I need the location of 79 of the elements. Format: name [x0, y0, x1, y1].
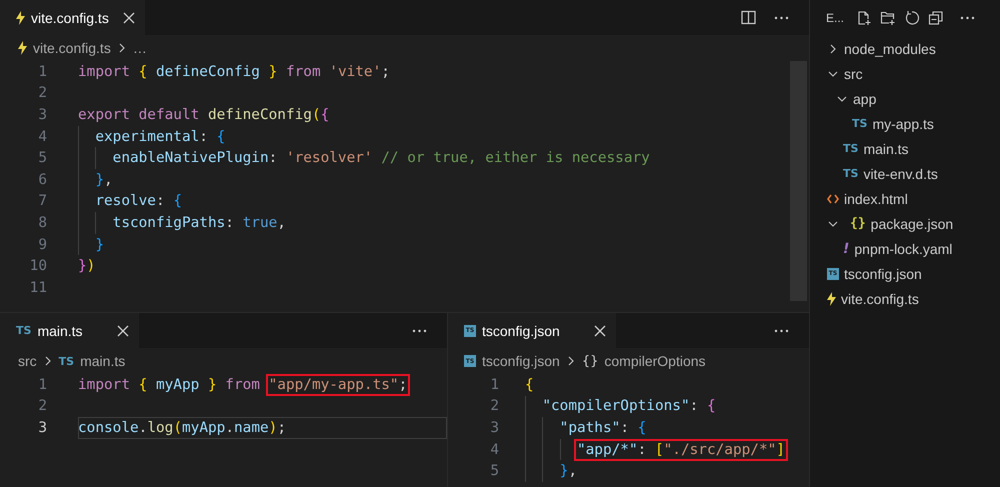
code-line: console.log(myApp.name);: [78, 417, 447, 439]
more-icon[interactable]: [774, 16, 789, 20]
lightning-icon: [18, 41, 27, 55]
line-number: 3: [37, 106, 47, 123]
typescript-icon: TS: [16, 324, 32, 337]
editor-tab[interactable]: TS main.ts: [0, 313, 139, 348]
typescript-icon: TS: [843, 142, 858, 155]
line-number: 4: [37, 128, 47, 145]
typescript-icon: TS: [852, 117, 868, 130]
code-line: {: [525, 376, 535, 395]
line-number: 7: [37, 193, 47, 210]
file-item[interactable]: main.ts: [863, 140, 909, 156]
typescript-icon: TS: [58, 354, 74, 368]
more-icon[interactable]: [412, 328, 427, 332]
code-line: },: [525, 460, 809, 482]
file-item[interactable]: tsconfig.json: [844, 266, 922, 282]
line-number: 2: [489, 398, 499, 414]
editor-tab[interactable]: vite.config.ts: [0, 0, 145, 35]
close-icon[interactable]: [594, 324, 606, 336]
line-number: 5: [37, 150, 47, 166]
lightning-icon: [827, 292, 836, 306]
braces-icon: {}: [582, 354, 598, 368]
more-icon[interactable]: [774, 328, 789, 332]
line-number: 3: [489, 420, 499, 436]
line-number: 11: [28, 280, 47, 296]
breadcrumb-item[interactable]: …: [132, 40, 147, 56]
code-line: import { defineConfig } from 'vite';: [78, 62, 391, 82]
lightning-icon: [16, 10, 25, 24]
code-icon: [827, 194, 839, 204]
file-item[interactable]: vite-env.d.ts: [863, 166, 938, 182]
line-number: 4: [489, 442, 499, 458]
folder-item[interactable]: node_modules: [844, 40, 936, 56]
close-icon[interactable]: [122, 12, 135, 24]
code-line: enableNativePlugin: 'resolver' // or true, either is necessary: [78, 147, 809, 169]
code-line: resolve: {: [78, 190, 809, 212]
line-number: 3: [37, 420, 47, 436]
code-line: tsconfigPaths: true,: [78, 212, 809, 234]
code-line: "compilerOptions": {: [525, 396, 809, 418]
line-number: 2: [37, 398, 47, 414]
line-number: 1: [37, 376, 47, 393]
code-line: "app/*": ["./src/app/*"]: [525, 438, 809, 460]
typescript-icon: TS: [843, 167, 858, 180]
split-editor-icon[interactable]: [741, 10, 756, 25]
line-number: 8: [37, 214, 47, 231]
breadcrumb-item[interactable]: vite.config.ts: [33, 40, 111, 56]
braces-icon: {}: [850, 216, 866, 231]
breadcrumb-item[interactable]: tsconfig.json: [482, 353, 560, 369]
file-item[interactable]: pnpm-lock.yaml: [854, 240, 952, 256]
file-item[interactable]: my-app.ts: [872, 116, 934, 132]
file-item[interactable]: vite.config.ts: [841, 290, 919, 306]
code-line: },: [78, 168, 809, 191]
line-number: 1: [489, 376, 499, 393]
close-icon[interactable]: [116, 324, 129, 336]
breadcrumb-item[interactable]: main.ts: [80, 353, 126, 369]
new-folder-icon[interactable]: [880, 10, 896, 26]
line-number: 9: [37, 236, 47, 253]
line-number: 10: [28, 258, 47, 274]
file-item[interactable]: package.json: [870, 216, 954, 232]
code-line: export default defineConfig({: [78, 106, 330, 125]
code-line: "paths": {: [525, 417, 809, 439]
new-file-icon[interactable]: [856, 10, 872, 26]
line-number: 5: [489, 463, 499, 480]
collapse-all-icon[interactable]: [928, 10, 944, 26]
file-item[interactable]: index.html: [844, 190, 908, 206]
code-line: import { myApp } from "app/my-app.ts";: [78, 374, 447, 396]
line-number: 6: [37, 172, 47, 188]
breadcrumb-item[interactable]: compilerOptions: [604, 353, 706, 369]
code-line: }: [78, 234, 809, 256]
line-number: 1: [37, 64, 47, 80]
code-line: experimental: {: [78, 126, 809, 148]
folder-item[interactable]: src: [844, 66, 863, 82]
more-icon[interactable]: [960, 16, 976, 20]
refresh-icon[interactable]: [904, 10, 920, 26]
exclamation-icon: !: [843, 240, 850, 256]
breadcrumb-item[interactable]: src: [18, 353, 37, 369]
explorer-title: E...: [826, 11, 844, 25]
line-number: 2: [37, 85, 47, 102]
code-line: }): [78, 257, 96, 276]
folder-item[interactable]: app: [853, 90, 876, 106]
